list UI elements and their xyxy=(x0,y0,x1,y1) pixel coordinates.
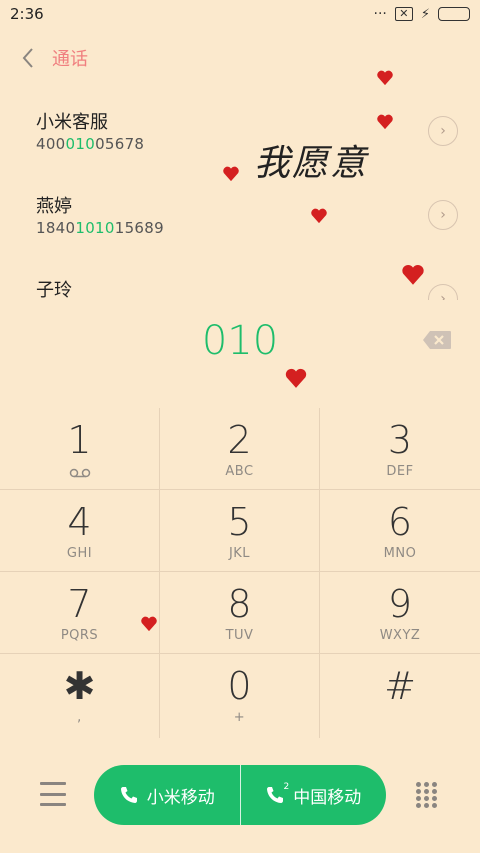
chevron-right-icon: › xyxy=(440,291,446,300)
heart-icon xyxy=(285,368,307,388)
dial-number-display: 010 xyxy=(201,318,279,364)
more-dots-icon: ··· xyxy=(373,6,387,22)
status-icons: ··· ✕ ⚡ xyxy=(373,6,470,22)
phone-sim2-icon: 2 xyxy=(265,782,289,805)
menu-icon[interactable] xyxy=(40,782,66,806)
key-9[interactable]: 9 WXYZ xyxy=(320,572,480,654)
wallpaper-text: 我愿意 xyxy=(254,143,369,184)
heart-icon xyxy=(223,166,239,182)
key-7[interactable]: 7 PQRS xyxy=(0,572,160,654)
contact-name: 燕婷 xyxy=(36,196,72,217)
key-6[interactable]: 6 MNO xyxy=(320,490,480,572)
heart-icon xyxy=(377,114,393,130)
contact-detail-button[interactable]: › xyxy=(428,284,458,300)
call-sim1-button[interactable]: 小米移动 xyxy=(94,765,240,825)
contact-name: 小米客服 xyxy=(36,112,108,133)
dialpad-toggle-icon[interactable] xyxy=(416,782,438,808)
contact-item[interactable]: 燕婷 1840101015689 › xyxy=(0,174,480,258)
call-sim2-button[interactable]: 2 中国移动 xyxy=(239,765,387,825)
key-3[interactable]: 3 DEF xyxy=(320,408,480,490)
heart-icon xyxy=(377,70,393,86)
status-bar: 2:36 ··· ✕ ⚡ xyxy=(0,0,480,28)
contact-number: 40001005678 xyxy=(36,135,145,153)
chevron-right-icon: › xyxy=(440,207,446,223)
header: 通话 xyxy=(0,40,480,76)
back-button[interactable] xyxy=(6,40,50,76)
phone-icon xyxy=(120,787,137,803)
page-title: 通话 xyxy=(52,49,88,70)
battery-icon xyxy=(438,7,470,21)
chevron-left-icon xyxy=(22,48,33,68)
call-sim2-label: 中国移动 xyxy=(293,787,362,808)
key-2[interactable]: 2 ABC xyxy=(160,408,320,490)
contact-number: 1840101015689 xyxy=(36,219,164,237)
status-time: 2:36 xyxy=(10,5,44,23)
dialpad: 1 2 ABC 3 DEF 4 GHI 5 JKL 6 MNO 7 PQRS 8… xyxy=(0,408,480,738)
key-8[interactable]: 8 TUV xyxy=(160,572,320,654)
contact-detail-button[interactable]: › xyxy=(428,200,458,230)
call-sim1-label: 小米移动 xyxy=(146,787,215,808)
key-hash[interactable]: # xyxy=(320,654,480,738)
call-button-group: 小米移动 2 中国移动 xyxy=(94,765,386,825)
chevron-right-icon: › xyxy=(440,123,446,139)
no-sim-icon: ✕ xyxy=(394,7,413,21)
key-0[interactable]: 0 + xyxy=(160,654,320,738)
contact-name: 子玲 xyxy=(36,280,72,300)
heart-icon xyxy=(311,208,327,224)
voicemail-icon xyxy=(69,468,90,478)
contact-detail-button[interactable]: › xyxy=(428,116,458,146)
key-5[interactable]: 5 JKL xyxy=(160,490,320,572)
contact-item[interactable]: 小米客服 40001005678 › xyxy=(0,90,480,174)
charging-icon: ⚡ xyxy=(420,6,430,22)
key-1[interactable]: 1 xyxy=(0,408,160,490)
key-star[interactable]: ✱ , xyxy=(0,654,160,738)
key-4[interactable]: 4 GHI xyxy=(0,490,160,572)
backspace-icon[interactable] xyxy=(422,330,452,350)
heart-icon xyxy=(402,264,424,285)
